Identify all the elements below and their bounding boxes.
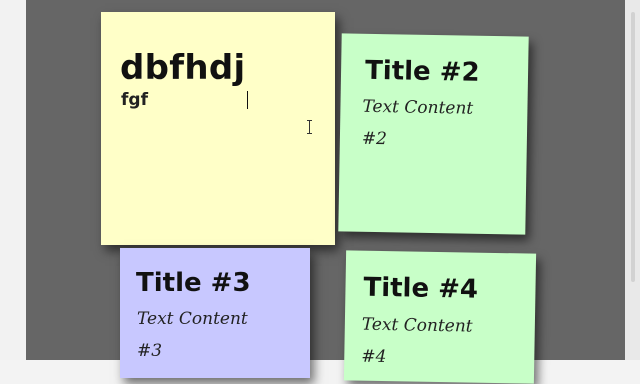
sticky-note-4[interactable]: Title #4 Text Content #4 <box>343 250 537 384</box>
sticky-note-1[interactable]: dbfhdj fgf <box>101 12 335 245</box>
note-title[interactable]: Title #4 <box>363 273 478 305</box>
note-title[interactable]: dbfhdj <box>120 48 245 88</box>
sticky-note-3[interactable]: Title #3 Text Content #3 <box>120 248 310 378</box>
note-title[interactable]: Title #2 <box>365 56 480 88</box>
note-content[interactable]: Text Content #3 <box>137 303 307 367</box>
page-margin-left <box>0 0 26 360</box>
text-caret <box>247 91 248 109</box>
text-cursor-icon <box>305 120 315 134</box>
scrollbar-thumb[interactable] <box>631 12 635 282</box>
note-content[interactable]: fgf <box>121 90 148 110</box>
vertical-scrollbar[interactable] <box>625 0 640 360</box>
note-content[interactable]: Text Content #4 <box>361 309 532 376</box>
note-title[interactable]: Title #3 <box>136 268 251 298</box>
sticky-note-2[interactable]: Title #2 Text Content #2 <box>338 33 529 235</box>
note-content[interactable]: Text Content #2 <box>362 91 528 158</box>
